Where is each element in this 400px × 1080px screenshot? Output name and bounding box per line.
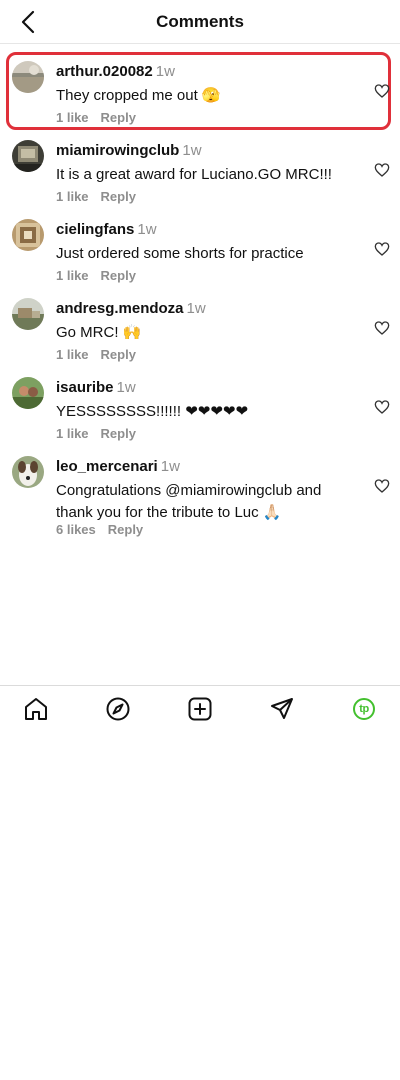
comment-username[interactable]: leo_mercenari — [56, 458, 158, 475]
comment-time: 1w — [137, 221, 157, 238]
comment-header: leo_mercenari 1w — [56, 458, 180, 476]
heart-icon[interactable] — [374, 241, 390, 257]
reply-button[interactable]: Reply — [108, 522, 143, 537]
avatar[interactable] — [12, 456, 44, 488]
heart-icon[interactable] — [374, 83, 390, 99]
page-title: Comments — [156, 12, 244, 31]
bottom-tab-bar: tp — [0, 685, 400, 733]
comment-item: cielingfans 1w Just ordered some shorts f… — [0, 202, 400, 283]
heart-icon[interactable] — [374, 320, 390, 336]
comment-header: arthur.020082 1w — [56, 63, 175, 81]
like-count[interactable]: 6 likes — [56, 522, 96, 537]
heart-icon[interactable] — [374, 162, 390, 178]
heart-icon[interactable] — [374, 478, 390, 494]
comment-time: 1w — [182, 142, 202, 159]
avatar[interactable] — [12, 298, 44, 330]
comment-time: 1w — [186, 300, 206, 317]
comment-header: isauribe 1w — [56, 379, 136, 397]
profile-initials: tp — [353, 698, 375, 720]
comment-text: They cropped me out 🫣 — [56, 87, 221, 104]
comment-meta: 6 likes Reply — [56, 522, 143, 537]
new-post-icon[interactable] — [187, 696, 213, 722]
profile-avatar[interactable]: tp — [351, 696, 377, 722]
comment-text: Congratulations @miamirowingclub and tha… — [56, 482, 322, 521]
comment-text: It is a great award for Luciano.GO MRC!!… — [56, 166, 332, 183]
comment-text: YESSSSSSSS!!!!!! ❤❤❤❤❤ — [56, 403, 249, 420]
home-icon[interactable] — [23, 696, 49, 722]
comment-username[interactable]: andresg.mendoza — [56, 300, 184, 317]
comment-username[interactable]: miamirowingclub — [56, 142, 179, 159]
comment-header: miamirowingclub 1w — [56, 142, 202, 160]
comment-time: 1w — [160, 458, 180, 475]
explore-icon[interactable] — [105, 696, 131, 722]
comment-time: 1w — [116, 379, 136, 396]
comment-username[interactable]: arthur.020082 — [56, 63, 153, 80]
comment-item: leo_mercenari 1w Congratulations @miamiro… — [0, 439, 400, 537]
comment-list: arthur.020082 1w They cropped me out 🫣 1 … — [0, 44, 400, 537]
avatar[interactable] — [12, 140, 44, 172]
comment-item: miamirowingclub 1w It is a great award fo… — [0, 123, 400, 204]
avatar[interactable] — [12, 61, 44, 93]
comment-text: Go MRC! 🙌 — [56, 324, 142, 341]
heart-icon[interactable] — [374, 399, 390, 415]
avatar[interactable] — [12, 377, 44, 409]
comment-time: 1w — [155, 63, 175, 80]
direct-message-icon[interactable] — [269, 696, 295, 722]
avatar[interactable] — [12, 219, 44, 251]
comment-item: arthur.020082 1w They cropped me out 🫣 1 … — [0, 44, 400, 130]
comment-username[interactable]: cielingfans — [56, 221, 134, 238]
header: Comments — [0, 0, 400, 44]
comment-item: andresg.mendoza 1w Go MRC! 🙌 1 like Reply — [0, 281, 400, 362]
comment-text: Just ordered some shorts for practice — [56, 245, 304, 262]
comment-username[interactable]: isauribe — [56, 379, 114, 396]
comment-header: cielingfans 1w — [56, 221, 157, 239]
comment-item: isauribe 1w YESSSSSSSS!!!!!! ❤❤❤❤❤ 1 like… — [0, 360, 400, 441]
comment-header: andresg.mendoza 1w — [56, 300, 206, 318]
